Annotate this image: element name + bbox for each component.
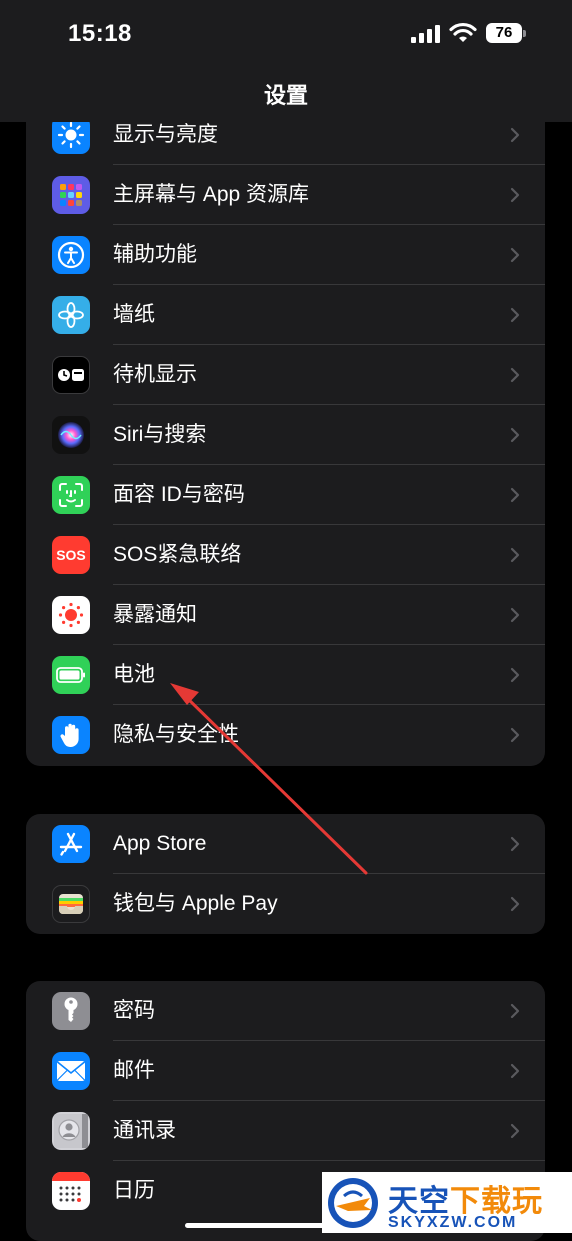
chevron-right-icon <box>510 307 520 323</box>
key-icon <box>52 992 90 1030</box>
settings-row-accessibility[interactable]: 辅助功能 <box>26 225 545 285</box>
wallet-icon <box>52 885 90 923</box>
watermark-logo-icon <box>328 1178 378 1228</box>
cellular-signal-icon <box>411 25 440 43</box>
settings-row-label: SOS紧急联络 <box>113 543 242 566</box>
settings-row-label: Siri与搜索 <box>113 423 207 446</box>
page-title: 设置 <box>263 83 308 108</box>
chevron-right-icon <box>510 1063 520 1079</box>
settings-row-face-id[interactable]: 面容 ID与密码 <box>26 465 545 525</box>
settings-group-2: App Store 钱包与 Apple Pay <box>26 814 545 934</box>
site-watermark: 天空下载玩 SKYXZW.COM <box>322 1172 572 1233</box>
settings-row-label: 电池 <box>113 663 155 686</box>
settings-row-label: 隐私与安全性 <box>113 723 239 746</box>
settings-row-label: 日历 <box>113 1179 155 1202</box>
settings-row-battery[interactable]: 电池 <box>26 645 545 705</box>
chevron-right-icon <box>510 367 520 383</box>
settings-row-privacy[interactable]: 隐私与安全性 <box>26 705 545 765</box>
settings-row-passwords[interactable]: 密码 <box>26 981 545 1041</box>
chevron-right-icon <box>510 607 520 623</box>
chevron-right-icon <box>510 547 520 563</box>
chevron-right-icon <box>510 247 520 263</box>
settings-group-1: 显示与亮度 主屏幕与 App 资源库 辅助功能 墙纸 待机显示 Siri与搜索 … <box>26 105 545 766</box>
calendar-icon <box>52 1172 90 1210</box>
settings-row-home-screen[interactable]: 主屏幕与 App 资源库 <box>26 165 545 225</box>
settings-row-label: 通讯录 <box>113 1119 176 1142</box>
face-id-icon <box>52 476 90 514</box>
settings-row-contacts[interactable]: 通讯录 <box>26 1101 545 1161</box>
settings-row-label: 邮件 <box>113 1059 155 1082</box>
settings-row-standby[interactable]: 待机显示 <box>26 345 545 405</box>
watermark-url: SKYXZW.COM <box>388 1214 518 1231</box>
battery-icon <box>52 656 90 694</box>
privacy-hand-icon <box>52 716 90 754</box>
home-indicator <box>185 1223 335 1228</box>
settings-row-label: 钱包与 Apple Pay <box>113 892 278 915</box>
settings-row-mail[interactable]: 邮件 <box>26 1041 545 1101</box>
settings-row-app-store[interactable]: App Store <box>26 814 545 874</box>
siri-icon <box>52 416 90 454</box>
chevron-right-icon <box>510 667 520 683</box>
settings-row-exposure-notification[interactable]: 暴露通知 <box>26 585 545 645</box>
settings-row-label: 墙纸 <box>113 303 155 326</box>
settings-row-label: 面容 ID与密码 <box>113 483 245 506</box>
wifi-icon <box>449 22 477 42</box>
settings-row-label: 待机显示 <box>113 363 197 386</box>
app-store-icon <box>52 825 90 863</box>
accessibility-icon <box>52 236 90 274</box>
battery-level: 76 <box>486 23 522 43</box>
chevron-right-icon <box>510 1003 520 1019</box>
chevron-right-icon <box>510 127 520 143</box>
chevron-right-icon <box>510 427 520 443</box>
settings-row-wallet[interactable]: 钱包与 Apple Pay <box>26 874 545 934</box>
home-screen-icon <box>52 176 90 214</box>
wallpaper-icon <box>52 296 90 334</box>
contacts-icon <box>52 1112 90 1150</box>
battery-status-icon: 76 <box>486 23 528 45</box>
chevron-right-icon <box>510 1123 520 1139</box>
exposure-notification-icon <box>52 596 90 634</box>
settings-row-label: 主屏幕与 App 资源库 <box>113 183 310 206</box>
chevron-right-icon <box>510 896 520 912</box>
sos-icon: SOS <box>52 536 90 574</box>
chevron-right-icon <box>510 487 520 503</box>
settings-row-label: App Store <box>113 832 207 855</box>
settings-row-label: 密码 <box>113 999 155 1022</box>
mail-icon <box>52 1052 90 1090</box>
standby-icon <box>52 356 90 394</box>
settings-row-siri[interactable]: Siri与搜索 <box>26 405 545 465</box>
settings-row-wallpaper[interactable]: 墙纸 <box>26 285 545 345</box>
settings-row-label: 暴露通知 <box>113 603 197 626</box>
status-time: 15:18 <box>68 20 132 47</box>
chevron-right-icon <box>510 727 520 743</box>
chevron-right-icon <box>510 836 520 852</box>
settings-row-label: 辅助功能 <box>113 243 197 266</box>
settings-row-sos[interactable]: SOS SOS紧急联络 <box>26 525 545 585</box>
chevron-right-icon <box>510 187 520 203</box>
top-bar: 15:18 76 设置 <box>0 0 572 122</box>
